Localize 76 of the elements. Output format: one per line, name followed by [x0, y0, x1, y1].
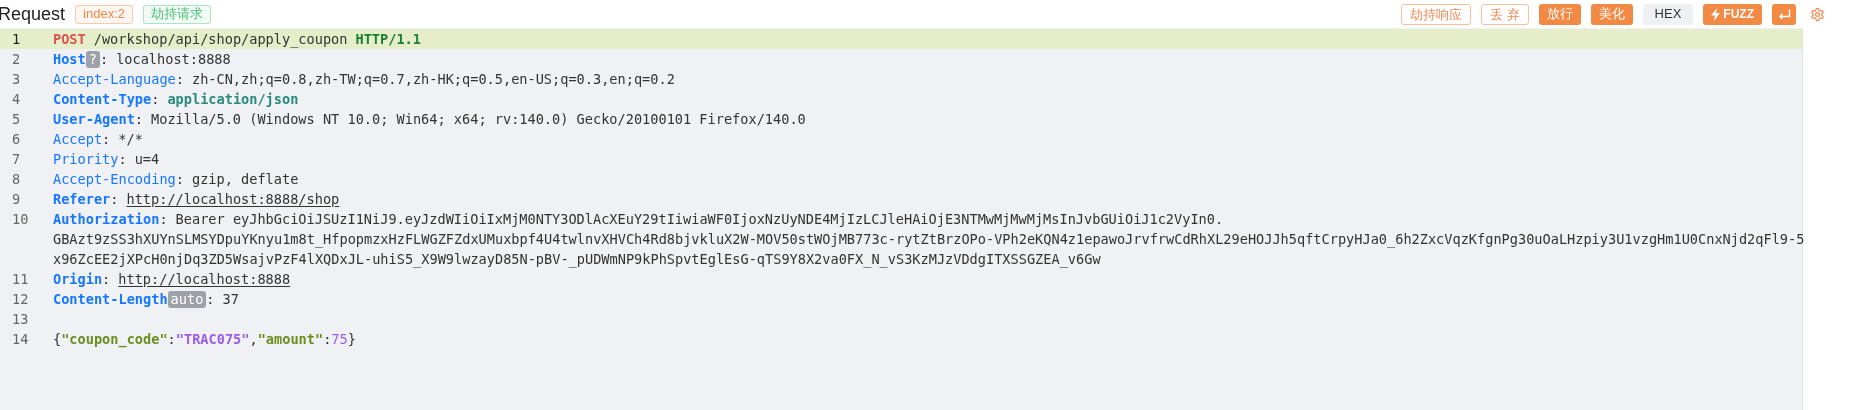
line-number: 5	[11, 109, 22, 129]
json-token: :	[167, 329, 176, 349]
enter-button[interactable]	[1772, 3, 1796, 25]
http-version: HTTP/1.1	[355, 29, 421, 49]
header-value: Bearer eyJhbGciOiJSUzI1NiJ9.eyJzdWIiOiIxMjM0NTY3ODlAcXEuY29tIiwiaWF0IjoxNzUyNDE4MjIzLCJleHAiOjE3NTMwMjMwMjMsInJvbGUiOiJ1c2VyIn0.	[175, 209, 1224, 229]
status-tag: 劫持请求	[142, 4, 211, 24]
line-number: 4	[11, 89, 22, 109]
header-value: */*	[118, 129, 143, 149]
http-method: POST	[53, 29, 86, 49]
line-number: 6	[11, 129, 22, 149]
action-button[interactable]: 丢 弃	[1481, 3, 1529, 25]
colon: :	[118, 149, 127, 169]
header-value: localhost:8888	[116, 49, 231, 69]
line-number: 2	[11, 49, 22, 69]
json-token: ,	[249, 329, 258, 349]
line-number: 3	[11, 69, 22, 89]
json-token: }	[347, 329, 356, 349]
header-name: Origin	[53, 269, 103, 289]
line-number: 9	[11, 189, 22, 209]
action-button[interactable]: 劫持响应	[1401, 3, 1471, 25]
action-button[interactable]: 美化	[1590, 3, 1633, 25]
line-number: 7	[11, 149, 22, 169]
header-value: zh-CN,zh;q=0.8,zh-TW;q=0.7,zh-HK;q=0.5,en-US;q=0.3,en;q=0.2	[191, 69, 675, 89]
lightning-icon	[1711, 7, 1721, 21]
line-number: 13	[11, 309, 30, 329]
hex-toggle[interactable]: HEX	[1642, 3, 1694, 25]
status-tag: index:2	[75, 4, 133, 24]
header-name: User-Agent	[53, 109, 135, 129]
json-token: "TRAC075"	[175, 329, 250, 349]
colon: :	[102, 129, 111, 149]
header-name: Content-Length	[53, 289, 168, 309]
colon: :	[102, 269, 111, 289]
header-name: Priority	[53, 149, 119, 169]
colon: :	[99, 49, 109, 69]
header-value: 37	[222, 289, 239, 309]
line-number: 1	[11, 29, 22, 49]
colon: :	[110, 189, 119, 209]
panel-title: Request	[0, 2, 66, 26]
colon: :	[206, 289, 215, 309]
header-value: x96ZcEE2jXPcH0njDq3ZD5WsajvPzF4lXQDxJL-uhiS5_X9W9lwzayD85N-pBV-_pUDWmNP9kPhSpvtEglEsG-qTS9Y8X2va0FX_N_vS3KzMJzVDdgITXSSGZEA_v6Gw	[53, 249, 1101, 270]
line-number: 8	[11, 169, 22, 189]
line-number: 12	[11, 289, 30, 309]
header-name: Referer	[53, 189, 111, 209]
header-value: application/json	[167, 89, 299, 109]
line-number: 10	[11, 209, 30, 229]
header-name: Accept-Language	[53, 69, 176, 89]
header-name: Host	[53, 49, 86, 69]
enter-icon	[1777, 9, 1791, 19]
json-token: 75	[331, 329, 348, 349]
request-path: /workshop/api/shop/apply_coupon	[93, 29, 348, 50]
json-token: "coupon_code"	[61, 329, 168, 350]
header-value: u=4	[134, 149, 160, 169]
json-token: :	[323, 329, 332, 349]
colon: :	[159, 209, 168, 229]
header-value: GBAzt9zSS3hXUYnSLMSYDpuYKnyu1m8t_HfpopmzxHzFLWGZFZdxUMuxbpf4U4twlnvXHVCh4Rd8bjvkluX2W-MOV50stWOjMB773c-rytZtBrzOPo-VPh2eKQN4z1epawoJrvfrwCdRhXL29eHOJJh5qftCrpyHJa0_6h2ZxcVqzKfgnPg30uOaLHzpiy3U1vzgHm1U0CnxNjd2qFl9-5	[53, 229, 1805, 250]
json-token: "amount"	[257, 329, 324, 349]
header-name: Content-Type	[53, 89, 152, 109]
header-value: Mozilla/5.0 (Windows NT 10.0; Win64; x64; rv:140.0) Gecko/20100101 Firefox/140.0	[151, 109, 806, 129]
header-link[interactable]: http://localhost:8888	[118, 268, 291, 290]
line-number: 11	[11, 269, 30, 289]
colon: :	[151, 89, 160, 109]
header-name: Accept-Encoding	[53, 169, 176, 189]
fuzz-button[interactable]: FUZZ	[1703, 3, 1762, 25]
settings-icon[interactable]	[1810, 6, 1825, 22]
header-badge: auto	[167, 290, 207, 308]
header-link[interactable]: http://localhost:8888/shop	[126, 188, 340, 210]
colon: :	[175, 69, 184, 89]
header-name: Authorization	[53, 209, 160, 229]
json-token: {	[53, 329, 62, 349]
line-number: 14	[11, 329, 30, 349]
header-badge: ?	[85, 50, 100, 68]
header-name: Accept	[53, 129, 103, 149]
colon: :	[134, 109, 144, 129]
colon: :	[175, 169, 184, 189]
action-button[interactable]: 放行	[1538, 3, 1581, 25]
header-value: gzip, deflate	[191, 169, 299, 189]
